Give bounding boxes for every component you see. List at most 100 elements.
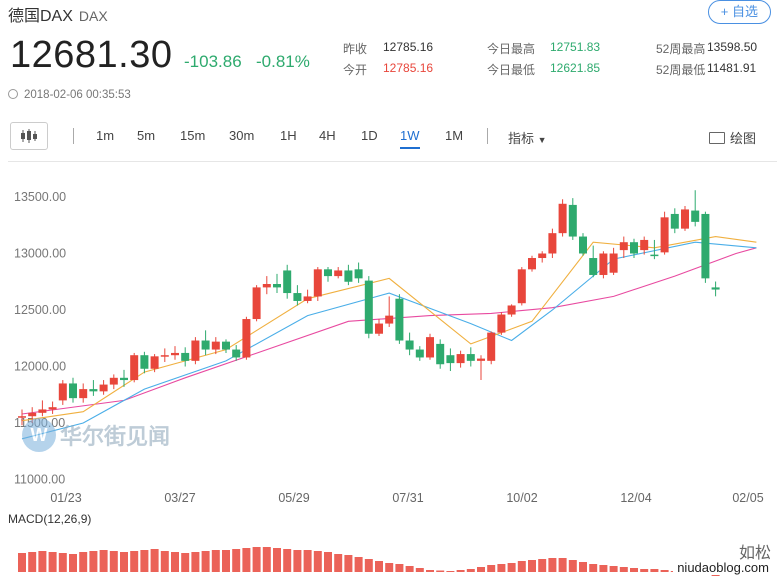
watermark-logo: W	[22, 418, 56, 452]
candle-body	[201, 340, 210, 350]
macd-histogram-bar	[650, 569, 659, 572]
macd-histogram-bar	[89, 551, 98, 572]
macd-histogram-bar	[487, 565, 496, 572]
candle-body	[140, 355, 149, 369]
price-chart[interactable]: 13500.0013000.0012500.0012000.0011500.00…	[0, 0, 777, 584]
macd-histogram-bar	[160, 551, 169, 572]
candle-body	[446, 355, 455, 364]
candle-body	[252, 287, 261, 320]
macd-histogram-bar	[466, 569, 475, 572]
candle-body	[262, 284, 271, 288]
macd-histogram-bar	[405, 566, 414, 572]
candle-body	[660, 217, 669, 253]
macd-histogram-bar	[497, 564, 506, 572]
macd-histogram-bar	[619, 567, 628, 572]
candle-body	[395, 298, 404, 341]
candle-body	[466, 354, 475, 361]
macd-histogram-bar	[181, 553, 190, 572]
macd-histogram-bar	[640, 569, 649, 572]
candle-body	[191, 340, 200, 361]
candle-body	[497, 314, 506, 333]
macd-histogram-bar	[436, 570, 445, 572]
y-axis-tick-label: 13500.00	[14, 190, 66, 204]
candle-body	[619, 242, 628, 251]
macd-histogram-bar	[171, 552, 179, 572]
candle-body	[415, 349, 424, 358]
macd-histogram-bar	[446, 571, 455, 572]
macd-histogram-bar	[242, 548, 251, 572]
moving-average-short-line	[21, 236, 757, 422]
candle-body	[120, 377, 128, 381]
macd-histogram-bar	[395, 564, 404, 572]
candle-body	[344, 270, 353, 282]
candle-body	[160, 355, 169, 357]
macd-histogram-bar	[415, 568, 424, 572]
candle-body	[58, 383, 67, 401]
macd-histogram-bar	[191, 552, 200, 572]
moving-average-mid-line	[21, 241, 757, 440]
candle-body	[150, 356, 159, 369]
x-axis-tick-label: 01/23	[50, 491, 81, 505]
candle-body	[48, 407, 57, 410]
macd-histogram-bar	[150, 549, 159, 572]
candle-body	[334, 270, 343, 277]
candle-body	[303, 296, 312, 301]
x-axis-tick-label: 10/02	[506, 491, 537, 505]
macd-histogram-bar	[252, 547, 261, 572]
macd-histogram-bar	[130, 551, 139, 572]
macd-histogram-bar	[334, 554, 343, 572]
candle-body	[640, 239, 649, 251]
macd-histogram-bar	[507, 563, 516, 572]
macd-histogram-bar	[38, 551, 47, 572]
macd-histogram-bar	[385, 563, 394, 572]
x-axis-tick-label: 12/04	[620, 491, 651, 505]
candle-body	[242, 319, 251, 358]
candle-body	[517, 269, 526, 304]
candle-body	[293, 293, 302, 301]
candle-body	[313, 269, 322, 297]
candle-body	[701, 213, 710, 279]
candle-body	[364, 280, 373, 334]
candle-body	[558, 203, 567, 234]
macd-histogram-bar	[313, 551, 322, 572]
watermark-text: 华尔街见闻	[60, 424, 171, 450]
macd-histogram-bar	[262, 547, 271, 572]
candle-body	[222, 341, 230, 350]
macd-histogram-bar	[528, 560, 536, 572]
y-axis-tick-label: 12000.00	[14, 360, 66, 374]
macd-histogram-bar	[201, 551, 210, 572]
macd-histogram-bar	[120, 552, 128, 572]
macd-histogram-bar	[140, 550, 149, 572]
candle-body	[109, 377, 118, 385]
candle-body	[273, 284, 281, 288]
candle-body	[477, 358, 485, 361]
candle-body	[324, 269, 332, 277]
candle-body	[711, 287, 720, 290]
macd-histogram-bar	[58, 553, 67, 572]
market-quote-page: 德国DAX DAX + 自选 12681.30 -103.86 -0.81% 昨收…	[0, 0, 777, 584]
macd-histogram-bar	[660, 570, 669, 572]
watermark: W 华尔街见闻	[22, 418, 170, 452]
macd-histogram-bar	[79, 552, 88, 572]
macd-histogram-bar	[589, 564, 598, 572]
macd-histogram-bar	[548, 558, 557, 572]
y-axis-tick-label: 12500.00	[14, 303, 66, 317]
macd-histogram-bar	[211, 550, 220, 572]
candle-body	[181, 352, 190, 361]
candle-body	[487, 332, 496, 361]
candle-body	[691, 210, 700, 222]
macd-histogram-bar	[477, 567, 485, 572]
macd-histogram-bar	[375, 561, 383, 572]
macd-histogram-bar	[426, 570, 434, 572]
macd-histogram-bar	[48, 552, 57, 572]
candle-body	[69, 383, 77, 399]
candle-body	[436, 343, 445, 365]
candle-body	[681, 209, 689, 229]
candle-body	[548, 233, 557, 254]
candle-body	[211, 341, 220, 350]
macd-histogram-bar	[568, 560, 577, 572]
candle-body	[670, 213, 679, 229]
candle-body	[650, 254, 659, 257]
x-axis-tick-label: 07/31	[392, 491, 423, 505]
macd-histogram-bar	[609, 566, 618, 572]
